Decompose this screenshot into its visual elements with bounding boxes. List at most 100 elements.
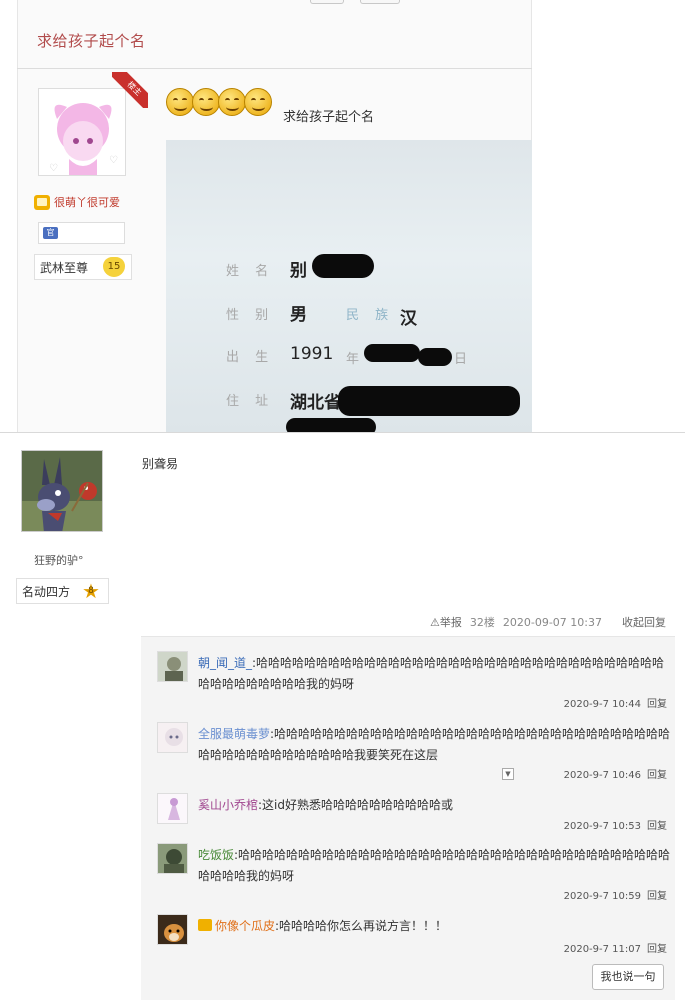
- panel-divider: [0, 432, 685, 433]
- comment-footer: 2020-9-7 10:53 回复: [564, 817, 667, 832]
- level-star-icon: ★ 8: [80, 581, 102, 601]
- louzhu-badge-label: 楼主: [112, 72, 148, 108]
- warning-icon: ⚠: [430, 616, 440, 629]
- reply-avatar[interactable]: [21, 450, 103, 532]
- comment-author[interactable]: 全服最萌毒萝: [198, 727, 270, 741]
- reply-username[interactable]: 狂野的驴°: [34, 552, 84, 568]
- dog-avatar-icon: [158, 915, 187, 944]
- reply-level-num: 8: [88, 586, 94, 596]
- comment-text: :这id好熟悉哈哈哈哈哈哈哈哈哈哈或: [258, 798, 454, 812]
- id-value-gender: 男: [290, 305, 307, 325]
- op-level-badge[interactable]: 武林至尊 15: [34, 254, 132, 280]
- man-avatar-icon: [158, 652, 187, 681]
- comment-item: 全服最萌毒萝:哈哈哈哈哈哈哈哈哈哈哈哈哈哈哈哈哈哈哈哈哈哈哈哈哈哈哈哈哈哈哈哈哈…: [157, 722, 670, 782]
- toolbar-button-2[interactable]: [360, 0, 400, 4]
- reply-meta-row: ⚠举报 32楼 2020-09-07 10:37 收起回复: [430, 614, 666, 630]
- comment-avatar[interactable]: [157, 722, 188, 753]
- comment-avatar[interactable]: [157, 914, 188, 945]
- id-value-birth: 1991: [290, 344, 334, 364]
- id-label-ethnic: 民 族: [346, 308, 395, 323]
- louzhu-badge: 楼主: [112, 72, 148, 108]
- comment-item: 奚山小乔棺:这id好熟悉哈哈哈哈哈哈哈哈哈哈或 2020-9-7 10:53 回复: [157, 793, 667, 833]
- title-divider: [17, 68, 532, 69]
- op-post-text: 求给孩子起个名: [283, 110, 375, 125]
- id-value-ethnic: 汉: [400, 309, 417, 329]
- comment-footer: 2020-9-7 10:46 回复: [564, 766, 667, 781]
- op-username-row[interactable]: 很萌丫很可爱: [34, 194, 120, 210]
- donkey-avatar-icon: [22, 451, 102, 531]
- smiley-icon: [218, 88, 246, 116]
- comment-time: 2020-9-7 10:59: [563, 891, 641, 902]
- comment-avatar[interactable]: [157, 651, 188, 682]
- vip-icon: [198, 919, 212, 931]
- comment-reply-link[interactable]: 回复: [647, 944, 667, 955]
- id-label-gender: 性 别: [226, 308, 275, 323]
- vip-icon: [34, 194, 50, 210]
- id-label-name: 姓 名: [226, 264, 275, 279]
- comment-avatar[interactable]: [157, 843, 188, 874]
- comment-author[interactable]: 朝_闻_道_: [198, 656, 252, 670]
- comment-footer: 2020-9-7 10:44 回复: [564, 695, 667, 710]
- id-value-address: 湖北省: [290, 393, 341, 413]
- comment-item: 你像个瓜皮:哈哈哈哈你怎么再说方言！！！ 2020-9-7 11:07 回复: [157, 914, 667, 955]
- comment-reply-link[interactable]: 回复: [647, 770, 667, 781]
- op-username[interactable]: 很萌丫很可爱: [54, 194, 120, 210]
- say-something-button[interactable]: 我也说一句: [592, 964, 664, 990]
- emoji-row: [166, 88, 272, 116]
- comment-reply-link[interactable]: 回复: [647, 891, 667, 902]
- comment-body: 吃饭饭:哈哈哈哈哈哈哈哈哈哈哈哈哈哈哈哈哈哈哈哈哈哈哈哈哈哈哈哈哈哈哈哈哈哈哈哈…: [198, 845, 672, 887]
- comment-author[interactable]: 吃饭饭: [198, 848, 234, 862]
- reply-level-name: 名动四方: [22, 584, 71, 599]
- toolbar-button-1[interactable]: [310, 0, 344, 4]
- redaction-blot: [312, 254, 374, 278]
- reply-level-badge[interactable]: 名动四方 ★ 8: [16, 578, 109, 604]
- comment-time: 2020-9-7 11:07: [563, 944, 641, 955]
- comment-time: 2020-9-7 10:46: [563, 770, 641, 781]
- comment-time: 2020-9-7 10:53: [563, 821, 641, 832]
- smiley-icon: [244, 88, 272, 116]
- comment-reply-link[interactable]: 回复: [647, 699, 667, 710]
- collapse-replies-link[interactable]: 收起回复: [622, 614, 666, 630]
- comment-footer: 2020-9-7 10:59 回复: [564, 887, 667, 902]
- comment-footer: 2020-9-7 11:07 回复: [564, 940, 667, 955]
- reply-text: 别聋易: [142, 457, 179, 471]
- id-label-day: 日: [454, 352, 474, 367]
- level-heart-icon: 15: [103, 257, 125, 277]
- redaction-blot: [364, 344, 420, 362]
- official-tag-icon: 官: [43, 227, 58, 239]
- id-value-name: 别: [290, 261, 307, 281]
- soldier-avatar-icon: [158, 844, 187, 873]
- comment-author[interactable]: 你像个瓜皮: [215, 919, 275, 933]
- comment-body: 朝_闻_道_:哈哈哈哈哈哈哈哈哈哈哈哈哈哈哈哈哈哈哈哈哈哈哈哈哈哈哈哈哈哈哈哈哈…: [198, 653, 672, 695]
- redaction-blot: [418, 348, 452, 366]
- op-level-name: 武林至尊: [40, 260, 89, 275]
- id-label-birth: 出 生: [226, 350, 275, 365]
- comment-time: 2020-9-7 10:44: [563, 699, 641, 710]
- comment-body: 你像个瓜皮:哈哈哈哈你怎么再说方言！！！: [198, 916, 672, 937]
- reply-time: 2020-09-07 10:37: [502, 615, 602, 629]
- comment-body: 全服最萌毒萝:哈哈哈哈哈哈哈哈哈哈哈哈哈哈哈哈哈哈哈哈哈哈哈哈哈哈哈哈哈哈哈哈哈…: [198, 724, 672, 766]
- op-badge-box: 官: [38, 222, 125, 244]
- comment-author[interactable]: 奚山小乔棺: [198, 798, 258, 812]
- smiley-icon: [192, 88, 220, 116]
- smiley-icon: [166, 88, 194, 116]
- comment-reply-link[interactable]: 回复: [647, 821, 667, 832]
- fairy-avatar-icon: [158, 794, 187, 823]
- id-label-year: 年: [346, 352, 366, 367]
- redaction-blot: [338, 386, 520, 416]
- op-post-panel: 求给孩子起个名 ♡ ♡ 楼主 很萌丫很可爱 官 武林至尊 15 求给孩子起个名 …: [0, 0, 685, 432]
- id-label-address: 住 址: [226, 394, 275, 409]
- redaction-blot: [286, 418, 376, 432]
- expand-dropdown-icon[interactable]: ▼: [502, 768, 514, 780]
- id-card-photo[interactable]: 姓 名 别 性 别 男 民 族 汉 出 生 1991 年 日 住 址 湖北省: [166, 140, 532, 432]
- svg-text:♡: ♡: [109, 155, 118, 166]
- floor-number: 32楼: [469, 616, 495, 629]
- comment-item: 吃饭饭:哈哈哈哈哈哈哈哈哈哈哈哈哈哈哈哈哈哈哈哈哈哈哈哈哈哈哈哈哈哈哈哈哈哈哈哈…: [157, 843, 670, 903]
- svg-text:♡: ♡: [49, 163, 58, 174]
- report-link[interactable]: ⚠举报: [430, 614, 462, 630]
- comment-item: 朝_闻_道_:哈哈哈哈哈哈哈哈哈哈哈哈哈哈哈哈哈哈哈哈哈哈哈哈哈哈哈哈哈哈哈哈哈…: [157, 651, 667, 711]
- comment-text: :哈哈哈哈哈哈哈哈哈哈哈哈哈哈哈哈哈哈哈哈哈哈哈哈哈哈哈哈哈哈哈哈哈哈哈哈哈哈哈…: [198, 848, 671, 883]
- comment-text: :哈哈哈哈你怎么再说方言！！！: [275, 919, 448, 933]
- girl-avatar-icon: [158, 723, 187, 752]
- comment-avatar[interactable]: [157, 793, 188, 824]
